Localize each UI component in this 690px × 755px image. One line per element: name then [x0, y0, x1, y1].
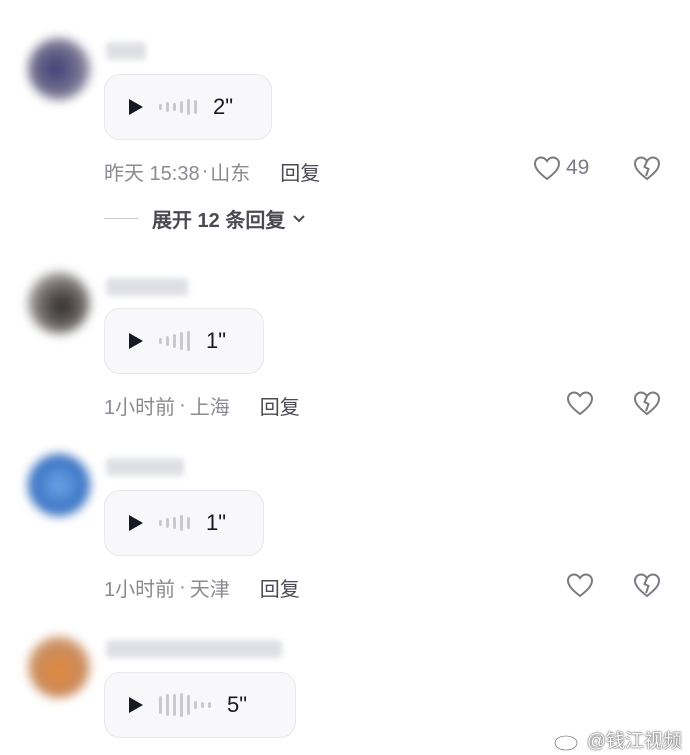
play-icon[interactable] [129, 515, 143, 531]
heart-icon [566, 391, 594, 416]
voice-message[interactable]: 1" [104, 308, 264, 374]
waveform-icon [159, 329, 194, 353]
comment-meta: 1小时前 · 天津 回复 [104, 573, 300, 602]
expand-replies-label: 展开 12 条回复 [152, 210, 286, 232]
divider-line [104, 218, 138, 219]
voice-message[interactable]: 2" [104, 74, 272, 140]
watermark: @钱江视频 [553, 726, 682, 753]
chevron-down-icon [293, 214, 306, 222]
avatar[interactable] [28, 454, 90, 516]
comment-time: 1小时前 [104, 397, 176, 419]
avatar[interactable] [28, 636, 90, 698]
like-count: 49 [566, 156, 590, 179]
meta-separator: · [201, 160, 209, 182]
comment-time: 昨天 15:38 [104, 163, 200, 185]
username-blurred[interactable] [106, 278, 188, 296]
voice-duration: 2" [213, 94, 234, 119]
username-blurred[interactable] [106, 458, 184, 476]
comment-meta: 1小时前 · 上海 回复 [104, 391, 300, 420]
waveform-icon [159, 693, 215, 717]
dislike-button[interactable] [632, 389, 662, 422]
like-button[interactable] [565, 389, 595, 417]
reply-button[interactable]: 回复 [260, 573, 300, 602]
broken-heart-icon [633, 391, 661, 416]
broken-heart-icon [633, 573, 661, 598]
heart-icon [566, 573, 594, 598]
voice-message[interactable]: 5" [104, 672, 296, 738]
play-icon[interactable] [129, 333, 143, 349]
like-button[interactable]: 49 [532, 154, 589, 182]
weibo-icon [553, 729, 581, 751]
voice-message[interactable]: 1" [104, 490, 264, 556]
broken-heart-icon [633, 156, 661, 181]
dislike-button[interactable] [632, 154, 662, 187]
watermark-text: @钱江视频 [586, 731, 682, 752]
reply-button[interactable]: 回复 [280, 157, 320, 186]
username-blurred[interactable] [106, 42, 146, 60]
meta-separator: · [179, 576, 186, 598]
avatar[interactable] [28, 38, 90, 100]
waveform-icon [159, 95, 201, 119]
comment-time: 1小时前 [104, 579, 176, 601]
heart-icon [533, 156, 561, 181]
like-button[interactable] [565, 571, 595, 599]
waveform-icon [159, 511, 194, 535]
meta-separator: · [179, 394, 186, 416]
voice-duration: 5" [227, 692, 248, 717]
expand-replies-button[interactable]: 展开 12 条回复 [104, 204, 307, 233]
play-icon[interactable] [129, 99, 143, 115]
reply-button[interactable]: 回复 [260, 391, 300, 420]
play-icon[interactable] [129, 697, 143, 713]
voice-duration: 1" [206, 510, 227, 535]
avatar[interactable] [28, 272, 90, 334]
comment-location: 山东 [210, 163, 251, 185]
username-blurred[interactable] [106, 640, 282, 658]
voice-duration: 1" [206, 328, 227, 353]
dislike-button[interactable] [632, 571, 662, 604]
comment-location: 天津 [189, 579, 230, 601]
comment-meta: 昨天 15:38 · 山东 回复 [104, 157, 320, 186]
comment-location: 上海 [189, 397, 230, 419]
